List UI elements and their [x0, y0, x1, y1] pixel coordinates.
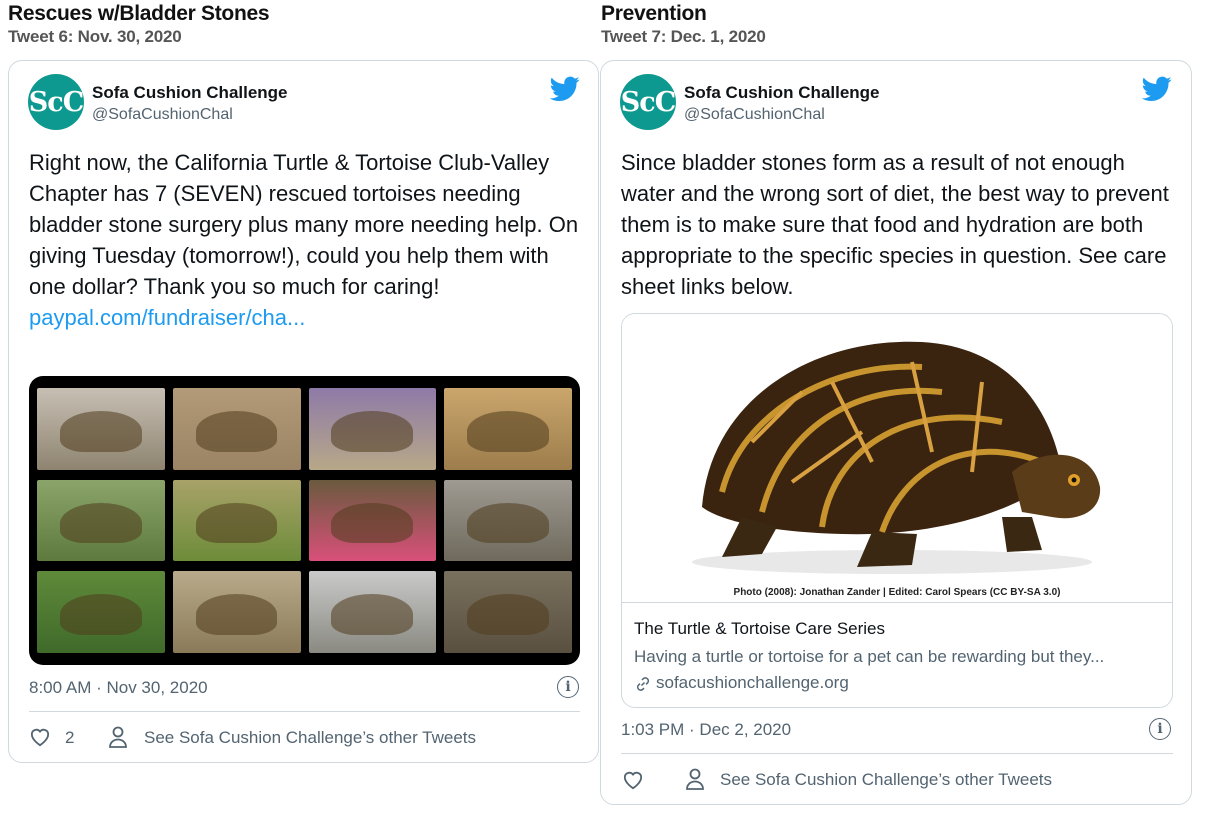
box-turtle-illustration: [692, 341, 1101, 574]
tortoise-photo[interactable]: [172, 388, 301, 470]
tortoise-photo[interactable]: [308, 388, 437, 470]
twitter-bird-icon[interactable]: [1142, 76, 1172, 102]
fundraiser-link[interactable]: paypal.com/fundraiser/cha...: [29, 305, 305, 330]
tweet-timestamp[interactable]: 8:00 AM · Nov 30, 2020: [29, 678, 208, 698]
tweet-text: Since bladder stones form as a result of…: [621, 150, 1169, 299]
tortoise-photo[interactable]: [37, 571, 165, 653]
divider: [29, 711, 580, 712]
person-icon[interactable]: [108, 726, 128, 748]
divider: [621, 753, 1173, 754]
tweet-card-right[interactable]: ScC Sofa Cushion Challenge @SofaCushionC…: [600, 60, 1192, 805]
tortoise-photo[interactable]: [444, 388, 572, 470]
avatar[interactable]: ScC: [28, 74, 84, 130]
image-caption: Photo (2008): Jonathan Zander | Edited: …: [733, 587, 1061, 598]
tortoise-photo[interactable]: [37, 479, 165, 562]
see-other-tweets-link[interactable]: See Sofa Cushion Challenge’s other Tweet…: [144, 728, 476, 748]
section-title-prevention: Prevention: [601, 2, 707, 25]
author-name[interactable]: Sofa Cushion Challenge: [92, 83, 288, 103]
tweet-text: Right now, the California Turtle & Torto…: [29, 147, 589, 333]
link-card-domain[interactable]: sofacushionchallenge.org: [656, 673, 849, 693]
tweet-body: Right now, the California Turtle & Torto…: [29, 150, 579, 299]
twitter-bird-icon[interactable]: [550, 76, 580, 102]
heart-icon[interactable]: [622, 770, 644, 790]
like-count[interactable]: 2: [65, 728, 74, 748]
tortoise-photo[interactable]: [308, 479, 437, 562]
tortoise-photo[interactable]: [308, 571, 437, 653]
info-icon[interactable]: i: [1149, 718, 1171, 740]
tortoise-photo[interactable]: [172, 479, 301, 562]
heart-icon[interactable]: [29, 727, 51, 747]
photo-grid[interactable]: [29, 376, 580, 665]
person-icon[interactable]: [685, 768, 705, 790]
author-name[interactable]: Sofa Cushion Challenge: [684, 83, 880, 103]
link-icon: [636, 677, 650, 691]
link-card-description: Having a turtle or tortoise for a pet ca…: [634, 647, 1105, 666]
section-subtitle-tweet-6: Tweet 6: Nov. 30, 2020: [8, 27, 182, 46]
box-turtle-image[interactable]: Photo (2008): Jonathan Zander | Edited: …: [622, 314, 1172, 603]
section-title-rescues: Rescues w/Bladder Stones: [8, 2, 270, 25]
tortoise-photo[interactable]: [444, 479, 572, 562]
link-card-title[interactable]: The Turtle & Tortoise Care Series: [634, 619, 885, 639]
author-handle[interactable]: @SofaCushionChal: [92, 106, 233, 124]
avatar[interactable]: ScC: [620, 74, 676, 130]
author-handle[interactable]: @SofaCushionChal: [684, 106, 825, 124]
tweet-timestamp[interactable]: 1:03 PM · Dec 2, 2020: [621, 720, 791, 740]
link-preview-card[interactable]: Photo (2008): Jonathan Zander | Edited: …: [621, 313, 1173, 708]
info-icon[interactable]: i: [557, 676, 579, 698]
tortoise-photo[interactable]: [37, 388, 165, 470]
tortoise-photo[interactable]: [444, 571, 572, 653]
tweet-card-left[interactable]: ScC Sofa Cushion Challenge @SofaCushionC…: [8, 60, 599, 763]
see-other-tweets-link[interactable]: See Sofa Cushion Challenge’s other Tweet…: [720, 770, 1052, 790]
section-subtitle-tweet-7: Tweet 7: Dec. 1, 2020: [601, 27, 766, 46]
tortoise-photo[interactable]: [172, 571, 301, 653]
